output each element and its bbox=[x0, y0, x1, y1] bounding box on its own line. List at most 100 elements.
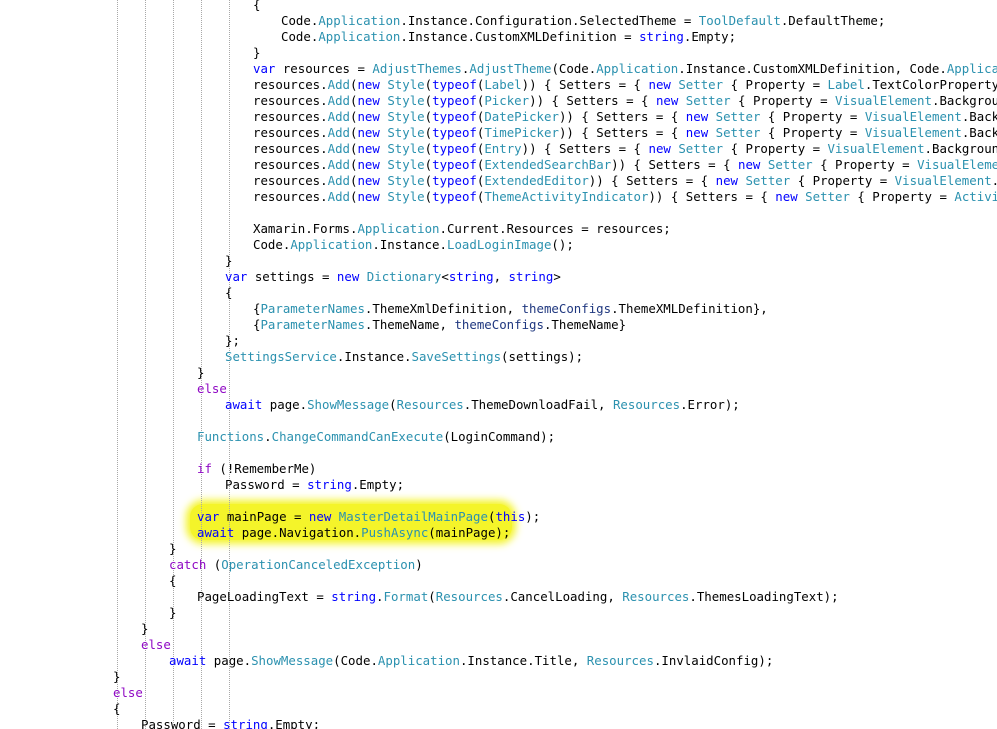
code-token: ParameterNames bbox=[260, 317, 365, 332]
code-token: AdjustTheme bbox=[469, 61, 552, 76]
code-line[interactable]: Password = string.Empty; bbox=[225, 477, 404, 493]
code-line[interactable]: catch (OperationCanceledException) bbox=[169, 557, 423, 573]
code-line[interactable]: } bbox=[253, 45, 260, 61]
code-line[interactable]: await page.ShowMessage(Code.Application.… bbox=[169, 653, 773, 669]
code-token: ExtendedSearchBar bbox=[484, 157, 612, 172]
code-line[interactable]: Code.Application.Instance.CustomXMLDefin… bbox=[281, 29, 736, 45]
code-token: Add bbox=[327, 141, 350, 156]
code-token: Add bbox=[327, 77, 350, 92]
code-token: Add bbox=[327, 125, 350, 140]
code-line[interactable]: else bbox=[113, 685, 143, 701]
code-token: { Property = bbox=[812, 157, 918, 172]
code-line[interactable]: resources.Add(new Style(typeof(Picker)) … bbox=[253, 93, 997, 109]
code-token: ); bbox=[525, 509, 541, 524]
code-token: } bbox=[197, 365, 205, 380]
code-line[interactable]: } bbox=[141, 621, 148, 637]
code-line[interactable]: Xamarin.Forms.Application.Current.Resour… bbox=[253, 221, 671, 237]
code-line[interactable]: var resources = AdjustThemes.AdjustTheme… bbox=[253, 61, 997, 77]
code-token: TimePicker bbox=[484, 125, 559, 140]
code-token: .ThemesLoadingText); bbox=[689, 589, 839, 604]
code-token: .Instance. bbox=[372, 237, 447, 252]
code-token: Label bbox=[484, 77, 522, 92]
code-token: Code. bbox=[281, 13, 319, 28]
code-token: .CancelLoading, bbox=[502, 589, 623, 604]
code-token: ThemeActivityIndicator bbox=[484, 189, 649, 204]
code-line[interactable]: resources.Add(new Style(typeof(Entry)) {… bbox=[253, 141, 997, 157]
code-token: new bbox=[357, 125, 380, 140]
code-token: ( bbox=[424, 189, 433, 204]
code-line[interactable]: { bbox=[169, 573, 176, 589]
code-token: VisualElement bbox=[864, 109, 962, 124]
code-line[interactable]: Functions.ChangeCommandCanExecute(LoginC… bbox=[197, 429, 555, 445]
code-line[interactable]: resources.Add(new Style(typeof(TimePicke… bbox=[253, 125, 997, 141]
code-token: .BackgroundColorProperty bbox=[931, 93, 997, 108]
code-token: Label bbox=[827, 77, 865, 92]
code-token: else bbox=[113, 685, 143, 700]
code-token: ToolDefault bbox=[698, 13, 781, 28]
code-line[interactable]: else bbox=[197, 381, 227, 397]
code-line[interactable]: await page.ShowMessage(Resources.ThemeDo… bbox=[225, 397, 740, 413]
code-token: DatePicker bbox=[484, 109, 559, 124]
code-token: , bbox=[493, 269, 509, 284]
code-token: SettingsService bbox=[225, 349, 337, 364]
code-line[interactable]: var mainPage = new MasterDetailMainPage(… bbox=[197, 509, 540, 525]
code-line[interactable]: { bbox=[113, 701, 120, 717]
code-line[interactable]: } bbox=[225, 253, 232, 269]
code-token: .Empty; bbox=[351, 477, 405, 492]
code-line[interactable]: else bbox=[141, 637, 171, 653]
code-token: else bbox=[141, 637, 171, 652]
code-line[interactable]: var settings = new Dictionary<string, st… bbox=[225, 269, 561, 285]
code-line[interactable]: } bbox=[169, 605, 176, 621]
code-line[interactable]: Code.Application.Instance.LoadLoginImage… bbox=[253, 237, 574, 253]
code-token: PushAsync bbox=[361, 525, 429, 540]
code-line[interactable]: }; bbox=[225, 333, 240, 349]
code-token: VisualElement bbox=[894, 173, 992, 188]
code-line[interactable]: { bbox=[253, 0, 260, 13]
code-token: (); bbox=[551, 237, 574, 252]
code-token: Setter bbox=[805, 189, 850, 204]
code-token: Application bbox=[290, 237, 373, 252]
code-line[interactable]: {ParameterNames.ThemeXmlDefinition, them… bbox=[253, 301, 768, 317]
code-token: Add bbox=[327, 93, 350, 108]
code-token: . bbox=[376, 589, 384, 604]
code-token: Functions bbox=[197, 429, 265, 444]
code-token: await bbox=[225, 397, 263, 412]
code-token: resources. bbox=[253, 109, 328, 124]
code-line[interactable]: await page.Navigation.PushAsync(mainPage… bbox=[197, 525, 510, 541]
code-line[interactable]: resources.Add(new Style(typeof(ExtendedE… bbox=[253, 173, 997, 189]
code-line[interactable]: Password = string.Empty; bbox=[141, 717, 320, 729]
code-token: (Code. bbox=[551, 61, 597, 76]
code-token: typeof bbox=[432, 77, 477, 92]
code-token: (LoginCommand); bbox=[443, 429, 556, 444]
code-token: )) { Setters = { bbox=[558, 109, 686, 124]
code-token: VisualElement bbox=[835, 93, 932, 108]
code-line[interactable]: SettingsService.Instance.SaveSettings(se… bbox=[225, 349, 583, 365]
code-line[interactable]: resources.Add(new Style(typeof(DatePicke… bbox=[253, 109, 997, 125]
code-token: typeof bbox=[432, 157, 477, 172]
code-line[interactable]: if (!RememberMe) bbox=[197, 461, 316, 477]
code-token: Application bbox=[357, 221, 440, 236]
code-token: string bbox=[448, 269, 494, 284]
code-token: Resources bbox=[612, 397, 681, 412]
code-line[interactable]: } bbox=[113, 669, 120, 685]
code-token: .Empty; bbox=[267, 717, 321, 729]
code-token: (settings); bbox=[501, 349, 584, 364]
code-line[interactable]: } bbox=[169, 541, 176, 557]
code-token: .ThemeXmlDefinition, bbox=[364, 301, 522, 316]
code-line[interactable]: { bbox=[225, 285, 232, 301]
code-editor[interactable]: { Code.Application.Instance.Configuration… bbox=[0, 0, 997, 729]
code-token: { bbox=[225, 285, 233, 300]
code-token: > bbox=[553, 269, 561, 284]
code-line[interactable]: resources.Add(new Style(typeof(ExtendedS… bbox=[253, 157, 997, 173]
code-token: await bbox=[169, 653, 207, 668]
code-line[interactable]: } bbox=[197, 365, 204, 381]
code-token: Application bbox=[318, 13, 401, 28]
code-token: Application bbox=[377, 653, 460, 668]
code-line[interactable]: {ParameterNames.ThemeName, themeConfigs.… bbox=[253, 317, 626, 333]
code-line[interactable]: PageLoadingText = string.Format(Resource… bbox=[197, 589, 839, 605]
code-line[interactable]: resources.Add(new Style(typeof(ThemeActi… bbox=[253, 189, 997, 205]
code-token: Entry bbox=[484, 141, 522, 156]
code-line[interactable]: Code.Application.Instance.Configuration.… bbox=[281, 13, 885, 29]
code-line[interactable]: resources.Add(new Style(typeof(Label)) {… bbox=[253, 77, 997, 93]
